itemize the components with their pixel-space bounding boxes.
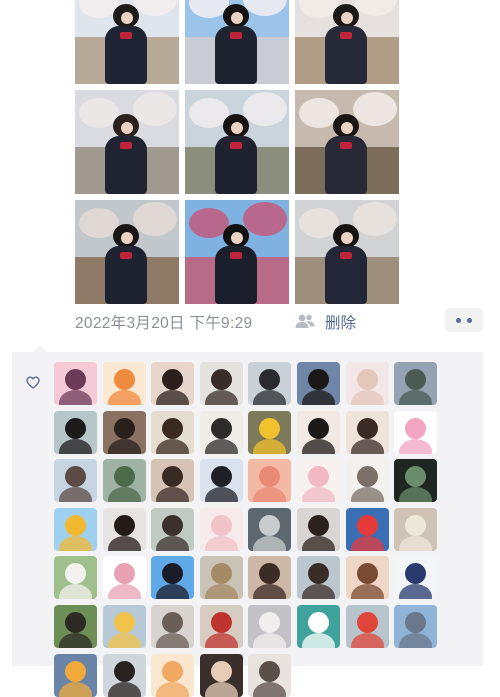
avatar-anime-girl-icon[interactable] bbox=[248, 362, 292, 405]
photo-grid bbox=[75, 0, 399, 304]
avatar-cartoon-cats-icon[interactable] bbox=[297, 459, 340, 503]
avatar-cartoon-boy-icon[interactable] bbox=[151, 556, 195, 600]
avatar-portrait-icon[interactable] bbox=[102, 653, 146, 697]
avatar-portrait-icon[interactable] bbox=[54, 459, 97, 503]
photo-thumbnail[interactable] bbox=[75, 0, 179, 84]
avatar-sketch-girl-icon[interactable] bbox=[102, 556, 146, 600]
avatar-cartoon-girl-icon[interactable] bbox=[394, 410, 438, 454]
avatar-portrait-icon[interactable] bbox=[151, 362, 195, 405]
avatar-cityscape-icon[interactable] bbox=[394, 605, 438, 648]
more-dot-icon bbox=[456, 318, 461, 323]
avatar-portrait-icon[interactable] bbox=[151, 410, 195, 454]
avatar-portrait-icon[interactable] bbox=[199, 605, 243, 648]
avatar-cat-icon[interactable] bbox=[248, 605, 292, 648]
avatar-portrait-icon[interactable] bbox=[248, 653, 292, 697]
avatar-panda-icon[interactable] bbox=[345, 605, 389, 648]
avatar-anime-girl-icon[interactable] bbox=[248, 556, 292, 600]
delete-link[interactable]: 删除 bbox=[325, 311, 356, 333]
avatar-winnie-pooh-icon[interactable] bbox=[54, 653, 97, 697]
avatar-pet-icon[interactable] bbox=[54, 605, 97, 648]
avatar-cartoon-pig-icon[interactable] bbox=[248, 459, 292, 503]
avatar-winnie-pooh-icon[interactable] bbox=[54, 507, 97, 551]
avatar-cartoon-pig-icon[interactable] bbox=[151, 653, 195, 697]
photo-thumbnail[interactable] bbox=[295, 90, 399, 194]
avatar-cartoon-bear-icon[interactable] bbox=[102, 605, 146, 648]
avatar-cartoon-boy-icon[interactable] bbox=[394, 556, 438, 600]
avatar-night-scene-icon[interactable] bbox=[394, 459, 438, 503]
avatar-dog-icon[interactable] bbox=[199, 556, 243, 600]
likes-panel bbox=[12, 345, 483, 697]
photo-thumbnail[interactable] bbox=[185, 90, 289, 194]
photo-thumbnail[interactable] bbox=[185, 0, 289, 84]
visibility-people-icon[interactable] bbox=[294, 313, 316, 329]
post-meta-row: 2022年3月20日 下午9:29 删除 bbox=[75, 308, 485, 334]
avatar-landscape-icon[interactable] bbox=[102, 459, 146, 503]
avatar-portrait-icon[interactable] bbox=[297, 410, 340, 454]
avatar-portrait-icon[interactable] bbox=[297, 507, 340, 551]
avatar-cartoon-girl-icon[interactable] bbox=[54, 362, 97, 405]
post-timestamp: 2022年3月20日 下午9:29 bbox=[75, 315, 253, 332]
likes-panel-caret bbox=[33, 345, 47, 352]
avatar-portrait-icon[interactable] bbox=[151, 459, 195, 503]
avatar-portrait-icon[interactable] bbox=[297, 556, 340, 600]
avatar-text-note-icon[interactable] bbox=[345, 459, 389, 503]
avatar-sheep-icon[interactable] bbox=[54, 556, 97, 600]
avatar-plush-icon[interactable] bbox=[394, 507, 438, 551]
avatar-pet-icon[interactable] bbox=[248, 507, 292, 551]
avatar-portrait-icon[interactable] bbox=[102, 507, 146, 551]
avatar-portrait-icon[interactable] bbox=[199, 459, 243, 503]
photo-thumbnail[interactable] bbox=[75, 200, 179, 304]
more-dot-icon bbox=[467, 318, 472, 323]
avatar-portrait-icon[interactable] bbox=[297, 362, 340, 405]
avatar-peace-hand-icon[interactable] bbox=[345, 362, 389, 405]
avatar-goldfish-icon[interactable] bbox=[102, 362, 146, 405]
avatar-landscape-icon[interactable] bbox=[394, 362, 438, 405]
photo-thumbnail[interactable] bbox=[295, 200, 399, 304]
more-actions-button[interactable] bbox=[445, 308, 483, 332]
avatar-portrait-icon[interactable] bbox=[345, 410, 389, 454]
avatar-portrait-icon[interactable] bbox=[199, 362, 243, 405]
avatar-cat-icon[interactable] bbox=[151, 605, 195, 648]
photo-thumbnail[interactable] bbox=[75, 90, 179, 194]
avatar-cartoon-mario-icon[interactable] bbox=[345, 507, 389, 551]
photo-thumbnail[interactable] bbox=[295, 0, 399, 84]
avatar-sketch-girl-icon[interactable] bbox=[199, 410, 243, 454]
avatar-portrait-icon[interactable] bbox=[102, 410, 146, 454]
avatar-portrait-icon[interactable] bbox=[199, 653, 243, 697]
avatar-portrait-icon[interactable] bbox=[151, 507, 195, 551]
avatar-portrait-icon[interactable] bbox=[345, 556, 389, 600]
avatar-portrait-icon[interactable] bbox=[54, 410, 97, 454]
heart-icon bbox=[26, 376, 40, 389]
avatar-cartoon-bear-icon[interactable] bbox=[199, 507, 243, 551]
avatar-text-logo-icon[interactable] bbox=[297, 605, 340, 648]
photo-thumbnail[interactable] bbox=[185, 200, 289, 304]
avatar-sunflower-girl-icon[interactable] bbox=[248, 410, 292, 454]
